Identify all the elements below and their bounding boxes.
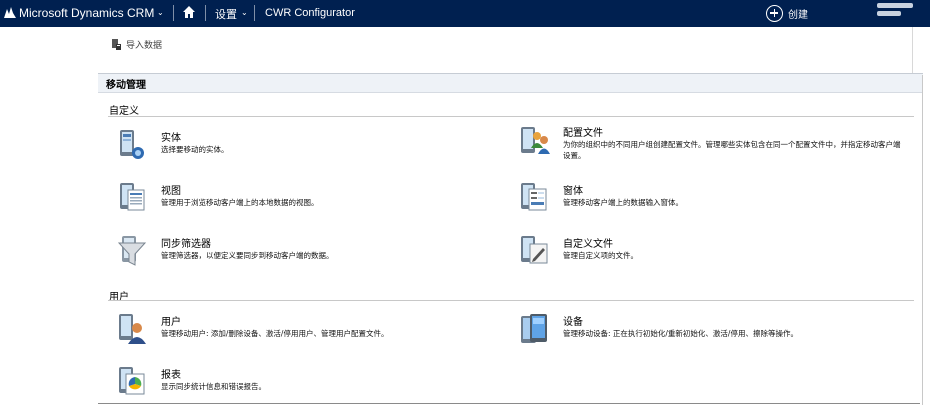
group-title-customize: 自定义: [109, 106, 139, 117]
form-icon: [521, 183, 547, 211]
tile-title: 视图: [161, 186, 181, 197]
tile-profile[interactable]: 配置文件 为你的组织中的不同用户组创建配置文件。管理哪些实体包含在同一个配置文件…: [520, 124, 910, 169]
divider: [173, 5, 174, 21]
tile-title: 窗体: [563, 186, 583, 197]
tile-description: 管理移动客户端上的数据输入窗体。: [563, 198, 683, 207]
divider: [108, 116, 914, 117]
divider: [108, 300, 914, 301]
tile-description: 管理移动设备: 正在执行初始化/重新初始化、激活/停用、擦除等操作。: [563, 329, 798, 338]
section-title: 移动管理: [106, 80, 146, 91]
section-header: 移动管理: [98, 73, 923, 93]
tile-form[interactable]: 窗体 管理移动客户端上的数据输入窗体。: [520, 182, 900, 222]
divider: [912, 27, 913, 75]
divider: [922, 75, 923, 405]
tile-title: 设备: [563, 317, 583, 328]
tile-description: 管理筛选器，以便定义要同步到移动客户端的数据。: [161, 251, 334, 260]
user-icon: [119, 314, 146, 344]
tile-description: 为你的组织中的不同用户组创建配置文件。管理哪些实体包含在同一个配置文件中，并指定…: [563, 140, 901, 160]
entity-icon: [120, 130, 144, 159]
tile-title: 用户: [161, 317, 181, 328]
tile-sync-filter[interactable]: 同步筛选器 管理筛选器，以便定义要同步到移动客户端的数据。: [118, 235, 498, 275]
tile-entity[interactable]: 实体 选择要移动的实体。: [118, 129, 498, 169]
tile-description: 显示同步统计信息和错误报告。: [161, 382, 266, 391]
home-icon[interactable]: [182, 5, 196, 19]
tile-title: 报表: [161, 370, 181, 381]
tile-description: 管理自定义项的文件。: [563, 251, 638, 260]
tile-title: 配置文件: [563, 128, 603, 139]
view-icon: [120, 183, 145, 211]
tile-custom-file[interactable]: 自定义文件 管理自定义项的文件。: [520, 235, 900, 275]
device-icon: [521, 314, 547, 343]
tile-title: 同步筛选器: [161, 239, 211, 250]
divider: [98, 403, 920, 404]
divider: [205, 5, 206, 21]
chevron-down-icon[interactable]: ⌄: [157, 8, 164, 17]
user-info[interactable]: [877, 3, 917, 23]
tile-description: 选择要移动的实体。: [161, 145, 229, 154]
profile-icon: [521, 127, 550, 154]
tile-report[interactable]: 报表 显示同步统计信息和错误报告。: [118, 366, 498, 406]
create-button[interactable]: 创建: [766, 2, 808, 24]
top-navigation-bar: Microsoft Dynamics CRM ⌄ 设置 ⌄ CWR Config…: [0, 0, 930, 27]
tile-description: 管理用于浏览移动客户端上的本地数据的视图。: [161, 198, 319, 207]
app-title[interactable]: Microsoft Dynamics CRM: [19, 6, 154, 20]
breadcrumb-current[interactable]: CWR Configurator: [265, 7, 355, 19]
divider: [254, 5, 255, 21]
create-label: 创建: [788, 9, 808, 21]
import-data-icon: [112, 39, 121, 50]
custom-file-icon: [521, 236, 548, 264]
tile-user[interactable]: 用户 管理移动用户: 添加/删除设备、激活/停用用户、管理用户配置文件。: [118, 313, 498, 353]
report-icon: [119, 367, 145, 395]
tile-description: 管理移动用户: 添加/删除设备、激活/停用用户、管理用户配置文件。: [161, 329, 389, 338]
tile-view[interactable]: 视图 管理用于浏览移动客户端上的本地数据的视图。: [118, 182, 498, 222]
plus-circle-icon: [766, 4, 783, 22]
tile-title: 实体: [161, 133, 181, 144]
nav-settings[interactable]: 设置: [215, 6, 237, 22]
import-data-button[interactable]: 导入数据: [112, 38, 162, 51]
import-data-label: 导入数据: [126, 41, 163, 51]
tile-device[interactable]: 设备 管理移动设备: 正在执行初始化/重新初始化、激活/停用、擦除等操作。: [520, 313, 900, 353]
filter-icon: [118, 236, 147, 266]
chevron-down-icon[interactable]: ⌄: [241, 8, 248, 17]
tile-title: 自定义文件: [563, 239, 613, 250]
dynamics-logo-icon: [4, 7, 16, 18]
